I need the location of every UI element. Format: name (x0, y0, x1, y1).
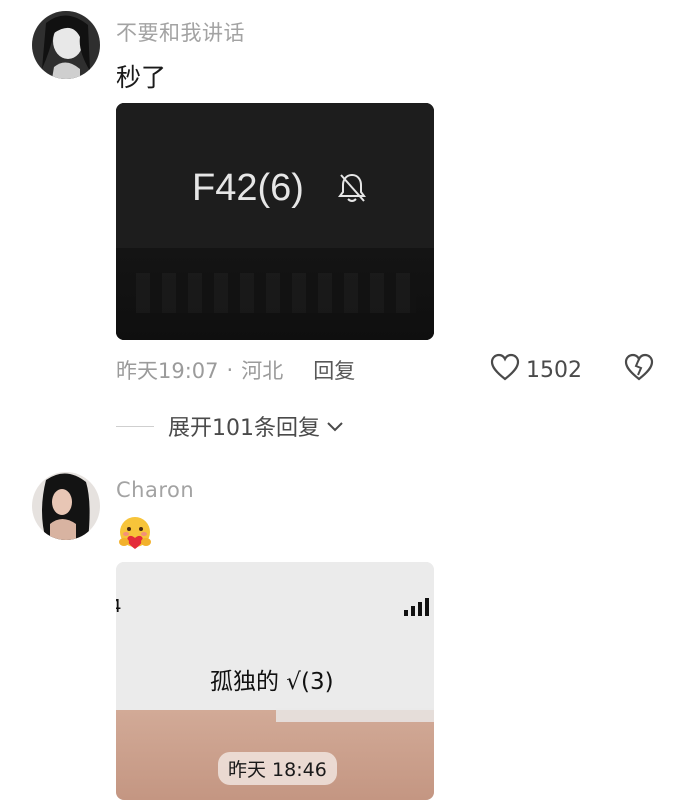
username[interactable]: Charon (116, 478, 194, 502)
expand-label: 展开101条回复 (168, 416, 320, 441)
comment-text: 秒了 (116, 63, 167, 92)
bell-muted-icon (336, 171, 368, 209)
broken-heart-icon (624, 353, 654, 385)
signal-icon (404, 598, 434, 620)
like-count: 1502 (526, 357, 582, 383)
username[interactable]: 不要和我讲话 (116, 17, 245, 47)
avatar[interactable] (32, 11, 100, 79)
avatar[interactable] (32, 472, 100, 540)
comment-image[interactable]: 4 孤独的 √(3) 昨天 18:46 (116, 562, 434, 800)
left-edge-char: 4 (116, 596, 121, 617)
image-title: F42(6) (192, 167, 304, 209)
time: 昨天19:07 (116, 359, 219, 383)
hug-heart-emoji (116, 515, 154, 555)
separator: · (226, 358, 234, 382)
heart-icon (490, 353, 520, 387)
divider (116, 425, 154, 427)
comment-image[interactable]: F42(6) (116, 103, 434, 340)
location: 河北 (241, 359, 284, 383)
timestamp-pill: 昨天 18:46 (218, 752, 337, 785)
expand-replies[interactable]: 展开101条回复 (116, 410, 344, 442)
comment-meta: 昨天19:07 · 河北 回复 (116, 355, 355, 385)
like-button[interactable]: 1502 (490, 353, 582, 387)
image-title: 孤独的 √(3) (210, 669, 334, 695)
reply-button[interactable]: 回复 (313, 355, 355, 385)
chevron-down-icon (326, 414, 344, 439)
dislike-button[interactable] (624, 353, 654, 385)
